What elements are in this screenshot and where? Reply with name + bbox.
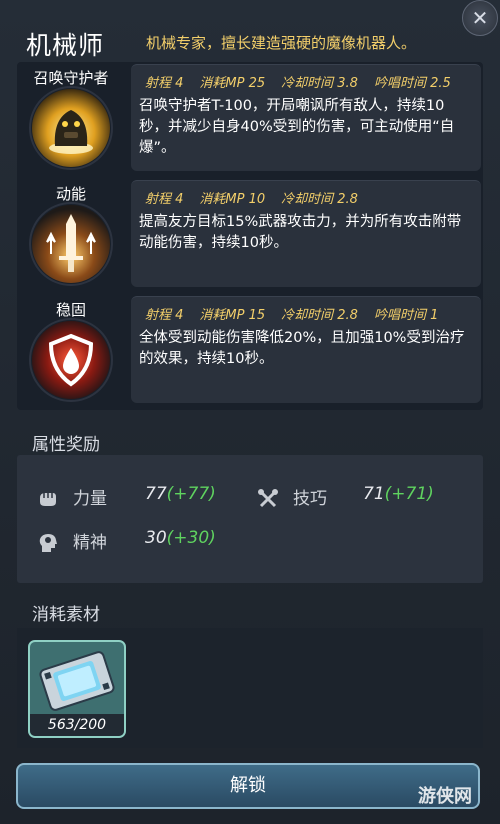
skill-summon-guardian[interactable]: 召唤守护者 射程 4 消耗MP 25 冷却时间 3.8 吟唱时间 2.5 召唤守… [17, 62, 483, 174]
mind-icon [37, 532, 59, 554]
materials-title: 消耗素材 [32, 605, 100, 625]
skill-cast-time: 吟唱时间 1 [373, 308, 439, 323]
class-title: 机械师 [26, 31, 105, 60]
skill-card: 射程 4 消耗MP 15 冷却时间 2.8 吟唱时间 1 全体受到动能伤害降低20%，… [131, 296, 481, 403]
skill-mp-cost: 消耗MP 15 [199, 308, 266, 323]
material-count: 563/200 [30, 714, 124, 736]
skill-cooldown: 冷却时间 2.8 [281, 192, 358, 207]
skill-cooldown: 冷却时间 2.8 [281, 308, 358, 323]
attribute-skill-value: 71(+71) [363, 484, 434, 504]
class-header: 机械师 机械专家，擅长建造强硬的魔像机器人。 [14, 22, 486, 62]
tools-icon [257, 488, 279, 510]
skill-cooldown: 冷却时间 3.8 [281, 76, 358, 91]
skill-mp-cost: 消耗MP 10 [199, 192, 266, 207]
close-icon: ✕ [471, 6, 489, 30]
fist-icon [37, 488, 59, 510]
attribute-spirit-value: 30(+30) [145, 528, 216, 548]
skill-card: 射程 4 消耗MP 25 冷却时间 3.8 吟唱时间 2.5 召唤守护者T-100，开… [131, 64, 481, 171]
class-description: 机械专家，擅长建造强硬的魔像机器人。 [146, 34, 417, 52]
attribute-bonus: (+71) [384, 484, 434, 504]
material-slot[interactable]: 563/200 [28, 640, 126, 738]
skill-card: 射程 4 消耗MP 10 冷却时间 2.8 提高友方目标15%武器攻击力，并为所有攻… [131, 180, 481, 287]
skill-description: 提高友方目标15%武器攻击力，并为所有攻击附带动能伤害，持续10秒。 [139, 214, 462, 251]
attribute-skill: 技巧 [257, 484, 327, 510]
attribute-value: 30 [145, 528, 167, 548]
attribute-strength-value: 77(+77) [145, 484, 216, 504]
skill-kinetic[interactable]: 动能 射程 4 消耗MP 10 冷却时间 2.8 提高友方目标15%武器攻击力，… [17, 178, 483, 290]
skill-description: 召唤守护者T-100，开局嘲讽所有敌人，持续10秒，并减少自身40%受到的伤害，… [139, 98, 455, 156]
unlock-button[interactable]: 解锁 [16, 763, 480, 809]
attribute-strength: 力量 [37, 484, 107, 510]
close-button[interactable]: ✕ [462, 0, 498, 36]
skills-panel: 召唤守护者 射程 4 消耗MP 25 冷却时间 3.8 吟唱时间 2.5 召唤守… [17, 62, 483, 410]
attribute-bonus: (+77) [166, 484, 216, 504]
skill-stats: 射程 4 消耗MP 15 冷却时间 2.8 吟唱时间 1 [145, 304, 454, 323]
attribute-spirit: 精神 [37, 528, 107, 554]
attribute-value: 77 [145, 484, 167, 504]
skill-mp-cost: 消耗MP 25 [199, 76, 266, 91]
attribute-label: 技巧 [293, 489, 327, 509]
skill-range: 射程 4 [145, 308, 184, 323]
attributes-title: 属性奖励 [32, 435, 100, 455]
shield-drop-icon [29, 318, 113, 402]
watermark-logo: 游侠网 [418, 786, 472, 807]
attribute-value: 71 [363, 484, 385, 504]
skill-name: 动能 [55, 185, 86, 203]
sword-buff-icon [29, 202, 113, 286]
chip-card-icon [34, 648, 120, 714]
skill-stats: 射程 4 消耗MP 10 冷却时间 2.8 [145, 188, 374, 207]
skill-range: 射程 4 [145, 192, 184, 207]
skill-stats: 射程 4 消耗MP 25 冷却时间 3.8 吟唱时间 2.5 [145, 72, 467, 91]
skill-name: 稳固 [55, 301, 86, 319]
attribute-bonus: (+30) [166, 528, 216, 548]
attribute-label: 力量 [73, 489, 107, 509]
golem-summon-icon [29, 86, 113, 170]
skill-description: 全体受到动能伤害降低20%，且加强10%受到治疗的效果，持续10秒。 [139, 330, 465, 367]
attributes-panel: 力量 77(+77) 技巧 71(+71) 精神 30(+30) [17, 455, 483, 583]
skill-steady[interactable]: 稳固 射程 4消耗MP 15冷却时间 2.8吟唱时间 1 全体受到动能伤害 [17, 294, 483, 406]
skill-cast-time: 吟唱时间 2.5 [373, 76, 451, 91]
attribute-label: 精神 [73, 533, 107, 553]
skill-name: 召唤守护者 [33, 69, 109, 87]
skill-range: 射程 4 [145, 76, 184, 91]
